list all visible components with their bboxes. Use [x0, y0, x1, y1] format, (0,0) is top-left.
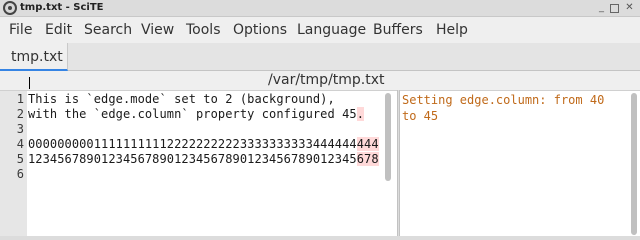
text-caret [29, 77, 30, 89]
path-bar: /var/tmp/tmp.txt [0, 71, 640, 90]
maximize-icon[interactable] [610, 4, 619, 13]
menu-bar: File Edit Search View Tools Options Lang… [0, 18, 640, 42]
minimize-icon[interactable]: _ [596, 3, 607, 14]
menu-language[interactable]: Language [297, 22, 366, 38]
edge-column-highlight: . [356, 107, 365, 121]
output-line: to 45 [402, 109, 439, 123]
close-icon[interactable]: ✕ [624, 3, 635, 14]
editor-scrollbar[interactable] [385, 93, 391, 181]
menu-options[interactable]: Options [233, 22, 287, 38]
menu-search[interactable]: Search [84, 22, 132, 38]
output-pane[interactable]: Setting edge.column: from 40 to 45 [400, 90, 640, 238]
code-line: This is `edge.mode` set to 2 (background… [28, 92, 335, 106]
code-line: with the `edge.column` property configur… [28, 107, 365, 121]
output-scrollbar[interactable] [631, 93, 637, 235]
menu-tools[interactable]: Tools [186, 22, 221, 38]
menu-view[interactable]: View [141, 22, 174, 38]
scite-app-icon[interactable] [3, 1, 17, 15]
line-number: 3 [16, 122, 24, 136]
tab-tmp-txt[interactable]: tmp.txt [0, 43, 68, 71]
menu-help[interactable]: Help [436, 22, 468, 38]
menu-buffers[interactable]: Buffers [373, 22, 423, 38]
edge-column-highlight: 444 [356, 137, 379, 151]
line-number: 5 [16, 152, 24, 166]
line-number: 2 [16, 107, 24, 121]
code-area[interactable]: This is `edge.mode` set to 2 (background… [28, 91, 383, 239]
window-title: tmp.txt - SciTE [20, 2, 104, 13]
line-number-gutter: 1 2 3 4 5 6 [0, 91, 27, 239]
line-number: 1 [16, 92, 24, 106]
tab-bar: tmp.txt [0, 43, 640, 71]
editor-pane[interactable]: 1 2 3 4 5 6 This is `edge.mode` set to 2… [0, 90, 397, 239]
line-number: 6 [16, 167, 24, 181]
title-bar: tmp.txt - SciTE _ ✕ [0, 0, 640, 17]
menu-edit[interactable]: Edit [45, 22, 72, 38]
menu-file[interactable]: File [9, 22, 32, 38]
output-line: Setting edge.column: from 40 [402, 93, 605, 107]
window-bottom-border [0, 236, 640, 240]
tab-label: tmp.txt [11, 49, 63, 65]
code-line: 1234567890123456789012345678901234567890… [28, 152, 379, 166]
file-path: /var/tmp/tmp.txt [268, 72, 385, 88]
edge-column-highlight: 678 [356, 152, 379, 166]
code-line: 0000000001111111111222222222233333333334… [28, 137, 379, 151]
line-number: 4 [16, 137, 24, 151]
